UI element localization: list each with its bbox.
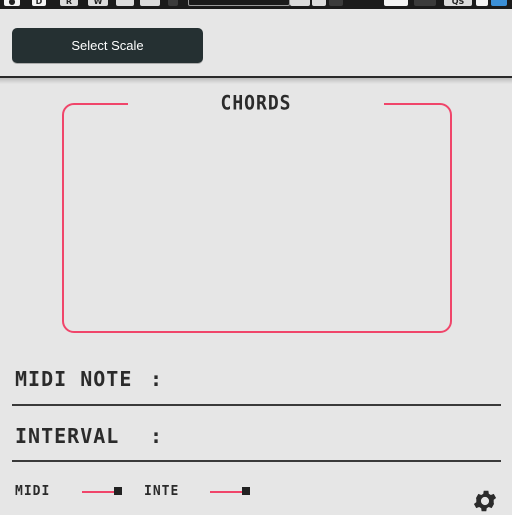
gear-icon[interactable] [471, 487, 499, 515]
toggle-white[interactable] [476, 0, 488, 6]
chord-list[interactable] [70, 120, 442, 320]
header-panel: Select Scale [0, 9, 512, 77]
dropdown-icon[interactable] [414, 0, 436, 6]
link-icon[interactable] [116, 0, 134, 6]
interval-divider [12, 460, 501, 462]
inte-slider[interactable] [210, 487, 250, 497]
midi-slider[interactable] [82, 487, 122, 497]
qs-button[interactable]: QS [444, 0, 472, 6]
preset-down-icon[interactable] [312, 0, 326, 6]
arrow-icon[interactable] [140, 0, 160, 6]
host-toolbar: ● D R W QS [0, 0, 512, 9]
toggle-blue[interactable] [491, 0, 507, 6]
midi-note-colon: : [150, 367, 163, 391]
preset-field[interactable] [188, 0, 290, 6]
preset-stepper[interactable] [290, 0, 310, 6]
midi-slider-thumb[interactable] [114, 487, 122, 495]
select-scale-button[interactable]: Select Scale [12, 28, 203, 63]
read-button[interactable]: R [60, 0, 78, 6]
snapshot-icon[interactable] [384, 0, 408, 6]
chords-title: CHORDS [220, 91, 292, 116]
inte-slider-thumb[interactable] [242, 487, 250, 495]
interval-label: INTERVAL [15, 424, 120, 448]
midi-slider-track [82, 491, 114, 493]
midi-note-divider [12, 404, 501, 406]
bypass-icon[interactable] [168, 0, 178, 6]
record-icon[interactable]: ● [4, 0, 20, 6]
d-button[interactable]: D [32, 0, 46, 6]
write-button[interactable]: W [88, 0, 108, 6]
inte-slider-label: INTE [144, 484, 180, 499]
header-divider-shadow [0, 78, 512, 84]
inte-slider-track [210, 491, 242, 493]
midi-slider-label: MIDI [15, 484, 51, 499]
midi-note-label: MIDI NOTE [15, 367, 133, 391]
interval-colon: : [150, 424, 163, 448]
preset-menu-icon[interactable] [329, 0, 343, 6]
